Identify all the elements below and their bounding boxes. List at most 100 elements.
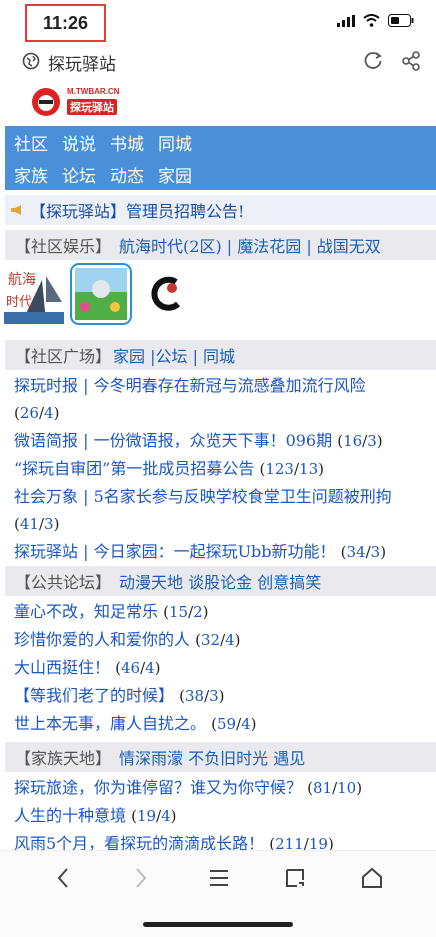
share-icon[interactable] bbox=[400, 50, 422, 72]
back-icon[interactable] bbox=[56, 867, 70, 889]
nav-row-1: 社区 说说 书城 同城 bbox=[5, 126, 436, 158]
section-entertainment: 【社区娱乐】 航海时代(2区) | 魔法花园 | 战国无双 bbox=[5, 230, 436, 260]
nav-item-feed[interactable]: 动态 bbox=[110, 162, 144, 187]
voyage-era-game-image[interactable]: 航海 时代 bbox=[2, 262, 66, 328]
signal-icon bbox=[337, 14, 355, 27]
post-count-a: 16 bbox=[343, 432, 363, 450]
list-item: 探玩旅途，你为谁停留？谁又为你守候？ (81/10) bbox=[14, 778, 363, 797]
post-count-b: 3 bbox=[367, 432, 377, 450]
section-links[interactable]: 动漫天地 谈股论金 创意搞笑 bbox=[119, 569, 321, 593]
system-icons bbox=[337, 14, 414, 27]
list-item: 世上本无事，庸人自扰之。 (59/4) bbox=[14, 714, 257, 733]
section-label: 【社区广场】 bbox=[15, 347, 112, 366]
list-item: 探玩时报 | 今冬明春存在新冠与流感叠加流行风险 bbox=[14, 372, 434, 399]
section-label: 【社区娱乐】 bbox=[15, 237, 112, 256]
game-images: 航海 时代 bbox=[0, 260, 436, 330]
nav-item-local[interactable]: 同城 bbox=[158, 130, 192, 155]
battery-icon bbox=[388, 14, 414, 27]
post-count-a: 81 bbox=[312, 779, 333, 797]
nav-item-home[interactable]: 家园 bbox=[158, 162, 192, 187]
megaphone-icon bbox=[11, 205, 21, 215]
post-link[interactable]: 微语简报 | 一份微语报，众览天下事！096期 bbox=[14, 431, 332, 450]
nav-item-forum[interactable]: 论坛 bbox=[62, 162, 96, 187]
post-count-b: 3 bbox=[44, 515, 54, 533]
list-item: 大山西挺住！ (46/4) bbox=[14, 658, 161, 677]
post-link[interactable]: 世上本无事，庸人自扰之。 bbox=[14, 714, 206, 733]
list-item: 微语简报 | 一份微语报，众览天下事！096期 (16/3) bbox=[14, 431, 383, 450]
announcement-text[interactable]: 【探玩驿站】管理员招聘公告! bbox=[30, 198, 244, 222]
post-count-b: 4 bbox=[145, 659, 155, 677]
section-links[interactable]: 家园 |公坛 | 同城 bbox=[113, 343, 235, 367]
forum-post-list: 童心不改，知足常乐 (15/2) 珍惜你爱的人和爱你的人 (32/4) 大山西挺… bbox=[14, 598, 434, 738]
post-count-a: 123 bbox=[265, 460, 294, 478]
logo-mascot-icon bbox=[32, 88, 60, 116]
nav-item-books[interactable]: 书城 bbox=[110, 130, 144, 155]
wifi-icon bbox=[363, 14, 380, 27]
section-plaza: 【社区广场】 家园 |公坛 | 同城 bbox=[5, 340, 436, 370]
post-count-b: 3 bbox=[370, 543, 381, 561]
post-count-a: 26 bbox=[19, 404, 39, 422]
post-count-a: 38 bbox=[184, 687, 205, 705]
list-item: 社会万象 | 5名家长参与反映学校食堂卫生问题被刑拘 bbox=[14, 483, 434, 510]
post-link[interactable]: 探玩驿站 | 今日家园：一起探玩Ubb新功能！ bbox=[14, 542, 336, 561]
page-title: 探玩驿站 bbox=[48, 55, 116, 74]
post-count-b: 4 bbox=[241, 715, 251, 733]
post-count-b: 4 bbox=[225, 631, 235, 649]
section-links[interactable]: 情深雨濛 不负旧时光 遇见 bbox=[119, 745, 305, 769]
home-icon[interactable] bbox=[360, 867, 384, 889]
tabs-icon[interactable] bbox=[284, 867, 306, 889]
family-post-list: 探玩旅途，你为谁停留？谁又为你守候？ (81/10) 人生的十种意境 (19/4… bbox=[14, 774, 434, 858]
post-count-a: 46 bbox=[120, 659, 141, 677]
post-link[interactable]: 探玩旅途，你为谁停留？谁又为你守候？ bbox=[14, 778, 302, 797]
post-link[interactable]: “探玩自审团”第一批成员招募公告 bbox=[14, 459, 254, 478]
section-label: 【公共论坛】 bbox=[15, 573, 112, 592]
status-time: 11:26 bbox=[25, 4, 106, 42]
post-count-b: 13 bbox=[299, 460, 319, 478]
post-count-a: 59 bbox=[216, 715, 237, 733]
globe-icon[interactable] bbox=[22, 52, 40, 70]
logo-domain: M.TWBAR.CN bbox=[67, 87, 120, 96]
post-count-a: 19 bbox=[136, 807, 157, 825]
post-count-b: 2 bbox=[193, 603, 203, 621]
svg-text:时代: 时代 bbox=[6, 295, 32, 310]
list-item: 童心不改，知足常乐 (15/2) bbox=[14, 602, 209, 621]
magic-garden-game-image[interactable] bbox=[70, 263, 132, 325]
post-link[interactable]: 【等我们老了的时候】 bbox=[14, 686, 174, 705]
logo-name: 探玩驿站 bbox=[67, 99, 117, 115]
menu-icon[interactable] bbox=[208, 867, 230, 889]
post-link[interactable]: 社会万象 | 5名家长参与反映学校食堂卫生问题被刑拘 bbox=[14, 487, 392, 506]
list-item: 人生的十种意境 (19/4) bbox=[14, 806, 177, 825]
site-logo[interactable]: M.TWBAR.CN 探玩驿站 bbox=[30, 84, 122, 120]
nav-item-family[interactable]: 家族 bbox=[14, 162, 48, 187]
announcement-bar[interactable]: 【探玩驿站】管理员招聘公告! bbox=[5, 195, 436, 225]
status-bar: 11:26 bbox=[0, 0, 436, 44]
post-count-b: 10 bbox=[337, 779, 357, 797]
nav-item-community[interactable]: 社区 bbox=[14, 130, 48, 155]
list-item: “探玩自审团”第一批成员招募公告 (123/13) bbox=[14, 459, 324, 478]
forward-icon[interactable] bbox=[134, 867, 148, 889]
post-count-a: 34 bbox=[346, 543, 366, 561]
section-label: 【家族天地】 bbox=[15, 749, 112, 768]
section-links[interactable]: 航海时代(2区) | 魔法花园 | 战国无双 bbox=[119, 233, 381, 257]
list-item: 探玩驿站 | 今日家园：一起探玩Ubb新功能！ (34/3) bbox=[14, 542, 387, 561]
dynasty-warriors-game-image[interactable] bbox=[146, 274, 186, 314]
post-link[interactable]: 探玩时报 | 今冬明春存在新冠与流感叠加流行风险 bbox=[14, 376, 366, 395]
post-link[interactable]: 人生的十种意境 bbox=[14, 806, 126, 825]
list-item-count: (26/4) bbox=[14, 404, 60, 422]
section-family: 【家族天地】 情深雨濛 不负旧时光 遇见 bbox=[5, 742, 436, 772]
post-count-b: 4 bbox=[161, 807, 171, 825]
home-indicator[interactable] bbox=[143, 922, 293, 927]
post-link[interactable]: 童心不改，知足常乐 bbox=[14, 602, 158, 621]
post-count-b: 4 bbox=[44, 404, 54, 422]
svg-text:航海: 航海 bbox=[8, 272, 36, 288]
post-link[interactable]: 大山西挺住！ bbox=[14, 658, 110, 677]
list-item: 珍惜你爱的人和爱你的人 (32/4) bbox=[14, 630, 241, 649]
post-count-a: 32 bbox=[200, 631, 221, 649]
section-forum: 【公共论坛】 动漫天地 谈股论金 创意搞笑 bbox=[5, 566, 436, 596]
nav-item-talk[interactable]: 说说 bbox=[62, 130, 96, 155]
list-item: 【等我们老了的时候】 (38/3) bbox=[14, 686, 225, 705]
post-count-a: 15 bbox=[168, 603, 189, 621]
list-item-count: (41/3) bbox=[14, 515, 60, 533]
post-link[interactable]: 珍惜你爱的人和爱你的人 bbox=[14, 630, 190, 649]
reload-icon[interactable] bbox=[362, 50, 384, 72]
